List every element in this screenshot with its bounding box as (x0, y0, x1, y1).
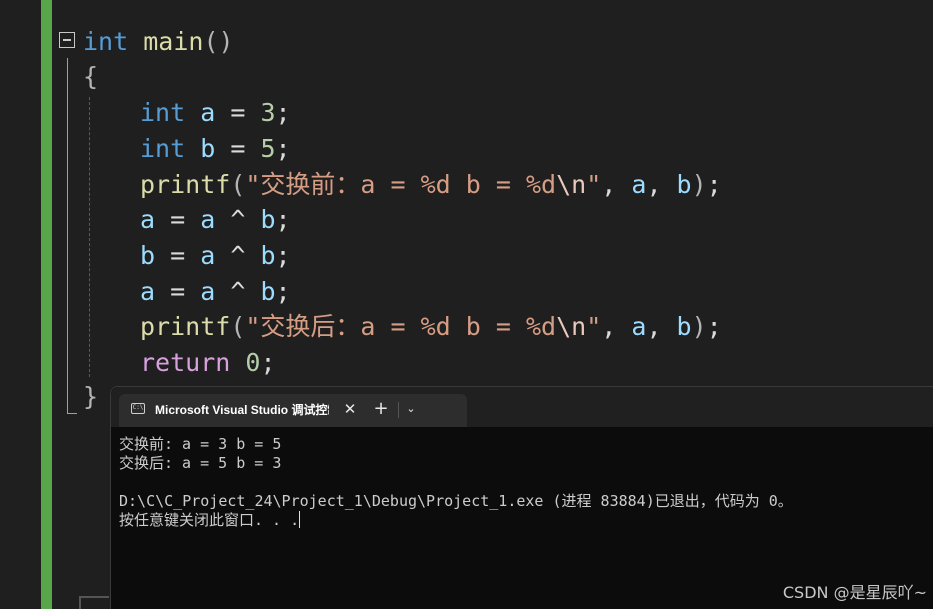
code-token: ^ (215, 277, 261, 306)
code-token: ; (275, 134, 291, 163)
code-token: } (83, 382, 99, 411)
console-output-line: 交换后: a = 5 b = 3 (119, 454, 282, 472)
code-token: , (646, 170, 677, 199)
code-token: return (140, 348, 231, 377)
code-token: 3 (260, 98, 276, 127)
console-prompt-text: 按任意键关闭此窗口. . . (119, 511, 300, 529)
code-token: printf (140, 170, 231, 199)
code-token: , (601, 170, 632, 199)
code-token: = (155, 205, 201, 234)
console-prompt-line: 按任意键关闭此窗口. . . (119, 511, 301, 530)
code-token: a (200, 241, 216, 270)
code-token: = (215, 134, 261, 163)
code-token: \n (556, 170, 587, 199)
indent-guide (89, 97, 90, 377)
code-token: ; (260, 348, 276, 377)
code-token: , (646, 312, 677, 341)
code-token: ^ (215, 205, 261, 234)
code-line[interactable]: printf("交换后：a = %d b = %d\n", a, b); (140, 309, 722, 345)
code-token: ; (275, 241, 291, 270)
scrollbar-corner (79, 596, 109, 609)
code-token: ( (230, 312, 246, 341)
text-cursor (299, 511, 301, 528)
code-token: { (83, 62, 99, 91)
code-token: a (631, 312, 647, 341)
code-token: ^ (215, 241, 261, 270)
code-token: ; (706, 312, 722, 341)
tab-title: Microsoft Visual Studio 调试控制台 (155, 403, 329, 417)
code-line[interactable]: a = a ^ b; (140, 202, 291, 238)
code-token: b (260, 277, 276, 306)
code-token: a (631, 170, 647, 199)
code-token: b (676, 312, 692, 341)
code-token: ; (275, 277, 291, 306)
code-token: ( (230, 170, 246, 199)
code-line[interactable]: { (83, 59, 98, 95)
code-token: a (140, 205, 156, 234)
tab-separator (398, 402, 399, 418)
code-line[interactable]: int a = 3; (140, 95, 291, 131)
code-token: b (260, 205, 276, 234)
code-token: , (601, 312, 632, 341)
code-line[interactable]: int main() (83, 24, 234, 60)
code-token: = (155, 241, 201, 270)
code-token: ) (691, 312, 707, 341)
code-token: int (140, 134, 186, 163)
code-token: "交换后：a = %d b = %d (245, 312, 557, 341)
code-token: main (143, 27, 204, 56)
code-token: ; (275, 205, 291, 234)
close-tab-icon[interactable]: ✕ (339, 398, 361, 420)
chevron-down-icon[interactable]: ⌄ (402, 399, 420, 419)
code-token: ; (275, 98, 291, 127)
code-token: "交换前：a = %d b = %d (245, 170, 557, 199)
code-token: int (140, 98, 186, 127)
code-token: printf (140, 312, 231, 341)
watermark: CSDN @是星辰吖~ (782, 583, 927, 602)
code-token: b (200, 134, 216, 163)
code-line[interactable]: a = a ^ b; (140, 274, 291, 310)
code-token: \n (556, 312, 587, 341)
code-line[interactable]: printf("交换前：a = %d b = %d\n", a, b); (140, 167, 722, 203)
code-token: () (203, 27, 234, 56)
code-token: a (200, 205, 216, 234)
code-token: = (155, 277, 201, 306)
new-tab-icon[interactable]: + (370, 398, 392, 420)
console-output-line: 交换前: a = 3 b = 5 (119, 435, 282, 453)
console-output-line: D:\C\C_Project_24\Project_1\Debug\Projec… (119, 492, 793, 510)
code-token: ) (691, 170, 707, 199)
collapse-toggle-icon[interactable] (59, 32, 75, 48)
code-token: a (140, 277, 156, 306)
code-token: b (676, 170, 692, 199)
code-token: " (586, 170, 602, 199)
code-line[interactable]: int b = 5; (140, 131, 291, 167)
code-token: 0 (245, 348, 261, 377)
code-token: = (215, 98, 261, 127)
code-token: int (83, 27, 129, 56)
code-line[interactable]: b = a ^ b; (140, 238, 291, 274)
code-token: a (200, 98, 216, 127)
code-line[interactable]: return 0; (140, 345, 276, 381)
terminal-icon: C:\ (131, 403, 145, 414)
code-token: ; (706, 170, 722, 199)
code-token: b (260, 241, 276, 270)
change-indicator-bar (41, 0, 52, 609)
debug-console-window[interactable]: C:\ Microsoft Visual Studio 调试控制台 ✕ + ⌄ … (110, 386, 933, 609)
code-token: 5 (260, 134, 276, 163)
fold-region-end (67, 413, 77, 414)
fold-region-line (67, 58, 68, 414)
code-token: a (200, 277, 216, 306)
console-tab-bar: C:\ Microsoft Visual Studio 调试控制台 ✕ + ⌄ (111, 387, 933, 427)
code-token: " (586, 312, 602, 341)
code-token: b (140, 241, 156, 270)
code-line[interactable]: } (83, 379, 98, 415)
